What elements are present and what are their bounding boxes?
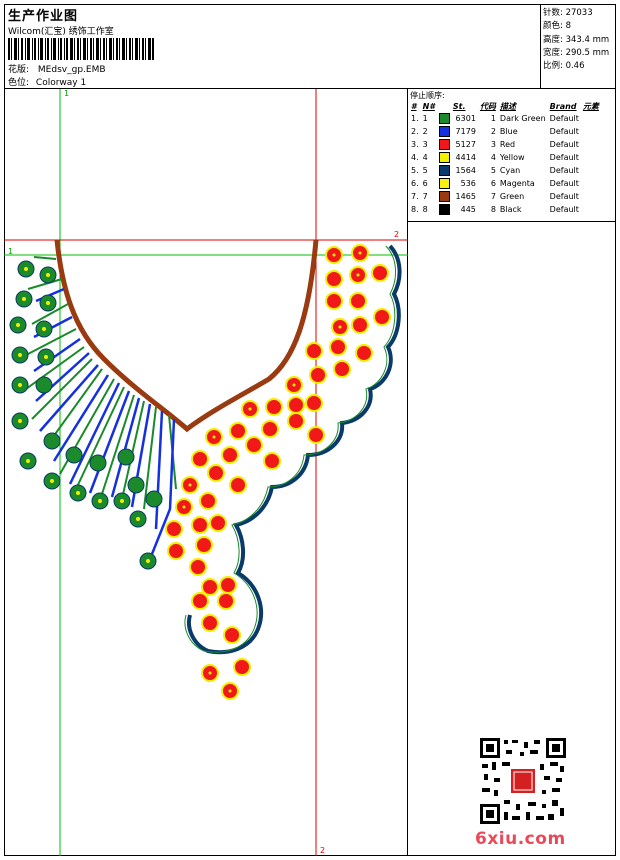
color-count: 颜色: 8: [543, 21, 571, 31]
stitch-count: 针数: 27033: [543, 8, 593, 18]
row-code: 8: [490, 205, 496, 214]
row-description: Black: [499, 205, 522, 214]
row-description: Dark Green: [499, 114, 546, 123]
colorway-value: Colorway 1: [35, 78, 87, 88]
thread-color-swatch: [438, 139, 450, 150]
embroidery-preview: [4, 89, 408, 856]
col-code: 代码: [479, 101, 496, 111]
qr-code: [480, 738, 566, 824]
row-needle: 5: [422, 166, 428, 175]
table-row: 3. 3 5127 3 Red Default: [409, 138, 601, 151]
design-file: MEdsv_gp.EMB: [37, 65, 106, 75]
col-element: 元素: [582, 101, 599, 111]
row-index: 6.: [411, 179, 419, 188]
table-row: 4. 4 4414 4 Yellow Default: [409, 151, 601, 164]
row-code: 2: [490, 127, 496, 136]
thread-color-swatch: [438, 191, 450, 202]
stop-sequence-panel: 停止顺序: # N# St. 代码 描述 Brand 元素 1. 1 6301 1 Da…: [408, 89, 616, 222]
row-brand: Default: [549, 114, 579, 123]
row-index: 7.: [411, 192, 419, 201]
table-row: 2. 2 7179 2 Blue Default: [409, 125, 601, 138]
col-description: 描述: [499, 101, 516, 111]
table-row: 8. 8 445 8 Black Default: [409, 203, 601, 216]
row-needle: 6: [422, 179, 428, 188]
row-code: 1: [490, 114, 496, 123]
thread-color-swatch: [438, 152, 450, 163]
row-needle: 2: [422, 127, 428, 136]
row-description: Red: [499, 140, 516, 149]
row-index: 4.: [411, 153, 419, 162]
table-header-row: # N# St. 代码 描述 Brand 元素: [409, 100, 601, 112]
guide-label-v2: 2: [320, 846, 326, 855]
table-row: 7. 7 1465 7 Green Default: [409, 190, 601, 203]
design-label: 花版:: [8, 65, 30, 75]
header-panel: 生产作业图 Wilcom(汇宝) 绣饰工作室 花版: MEdsv_gp.EMB …: [4, 4, 541, 89]
thread-color-swatch: [438, 113, 450, 124]
row-brand: Default: [549, 179, 579, 188]
row-stitches: 7179: [455, 127, 476, 136]
row-description: Yellow: [499, 153, 525, 162]
row-stitches: 1564: [455, 166, 476, 175]
company-name: Wilcom(汇宝) 绣饰工作室: [8, 27, 114, 37]
row-brand: Default: [549, 205, 579, 214]
stats-panel: 针数: 27033 颜色: 8 高度: 343.4 mm 宽度: 290.5 m…: [540, 4, 616, 89]
row-description: Magenta: [499, 179, 535, 188]
design-canvas: 1 1 2 2: [4, 89, 408, 856]
row-stitches: 445: [460, 205, 476, 214]
design-scale: 比例: 0.46: [543, 61, 585, 71]
col-index: #: [411, 101, 417, 111]
row-stitches: 5127: [455, 140, 476, 149]
row-code: 7: [490, 192, 496, 201]
row-index: 3.: [411, 140, 419, 149]
design-file-line: 花版: MEdsv_gp.EMB: [8, 62, 106, 75]
thread-color-swatch: [438, 126, 450, 137]
row-description: Blue: [499, 127, 518, 136]
row-brand: Default: [549, 127, 579, 136]
col-needle: N#: [422, 101, 435, 111]
thread-color-swatch: [438, 178, 450, 189]
row-needle: 4: [422, 153, 428, 162]
row-description: Green: [499, 192, 525, 201]
row-code: 3: [490, 140, 496, 149]
row-index: 8.: [411, 205, 419, 214]
row-index: 5.: [411, 166, 419, 175]
thread-color-swatch: [438, 165, 450, 176]
design-width: 宽度: 290.5 mm: [543, 48, 610, 58]
row-description: Cyan: [499, 166, 521, 175]
colorway-line: 色位: Colorway 1: [8, 75, 86, 88]
col-stitches: St.: [452, 101, 466, 111]
table-row: 6. 6 536 6 Magenta Default: [409, 177, 601, 190]
row-brand: Default: [549, 153, 579, 162]
row-index: 2.: [411, 127, 419, 136]
barcode: [8, 38, 154, 60]
row-brand: Default: [549, 192, 579, 201]
row-brand: Default: [549, 166, 579, 175]
col-brand: Brand: [549, 101, 577, 111]
design-height: 高度: 343.4 mm: [543, 35, 610, 45]
row-index: 1.: [411, 114, 419, 123]
row-stitches: 4414: [455, 153, 476, 162]
row-needle: 1: [422, 114, 428, 123]
guide-label-h2: 2: [394, 230, 400, 239]
row-code: 4: [490, 153, 496, 162]
row-code: 6: [490, 179, 496, 188]
row-code: 5: [490, 166, 496, 175]
guide-label-h1: 1: [8, 247, 14, 256]
row-stitches: 6301: [455, 114, 476, 123]
row-stitches: 536: [460, 179, 476, 188]
row-stitches: 1465: [455, 192, 476, 201]
colorway-label: 色位:: [8, 78, 30, 88]
watermark: 6xiu.com: [475, 829, 566, 849]
row-brand: Default: [549, 140, 579, 149]
sheet-title: 生产作业图: [8, 9, 79, 24]
guide-label-v1: 1: [64, 89, 70, 98]
row-needle: 8: [422, 205, 428, 214]
table-row: 1. 1 6301 1 Dark Green Default: [409, 112, 601, 125]
thread-color-swatch: [438, 204, 450, 215]
row-needle: 7: [422, 192, 428, 201]
stop-sequence-table: # N# St. 代码 描述 Brand 元素 1. 1 6301 1 Dark Gre…: [409, 100, 601, 216]
table-row: 5. 5 1564 5 Cyan Default: [409, 164, 601, 177]
row-needle: 3: [422, 140, 428, 149]
